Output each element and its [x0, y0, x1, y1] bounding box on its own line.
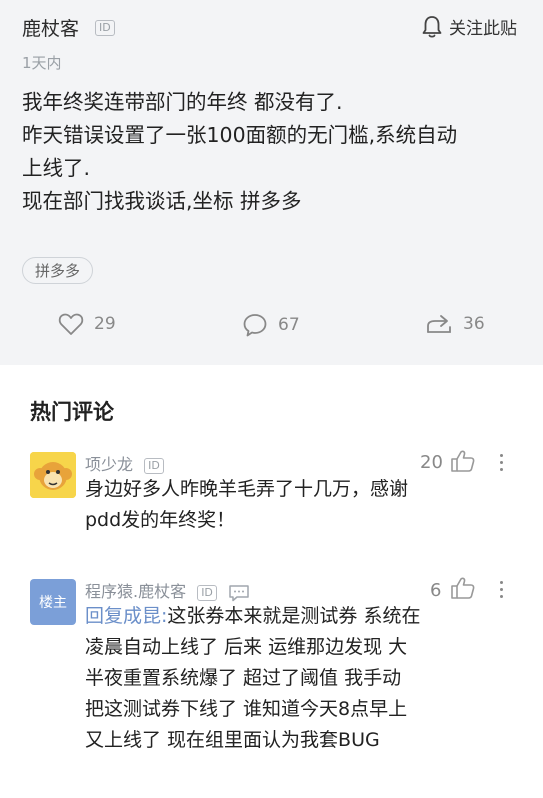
follow-post-button[interactable]: 关注此贴: [421, 14, 517, 39]
post-line: 我年终奖连带部门的年终 都没有了.: [22, 90, 343, 114]
commenter-name[interactable]: 项少龙 ID: [85, 451, 164, 475]
chat-icon: [229, 584, 249, 601]
comment-like-count: 6: [430, 580, 442, 601]
post-author-name[interactable]: 鹿杖客: [22, 14, 79, 41]
like-button[interactable]: 29: [58, 312, 116, 336]
id-badge: ID: [197, 584, 217, 601]
commenter-name-text: 项少龙: [85, 455, 134, 474]
avatar[interactable]: [30, 452, 76, 498]
post-line: 上线了.: [22, 156, 91, 180]
post-card: 鹿杖客 ID 关注此贴 1天内 我年终奖连带部门的年终 都没有了. 昨天错误设置…: [0, 0, 543, 365]
reply-to-prefix[interactable]: 回复成昆:: [85, 605, 167, 627]
post-time: 1天内: [22, 54, 62, 72]
comment-line: 这张券本来就是测试券 系统在: [167, 605, 421, 627]
post-line: 现在部门找我谈话,坐标 拼多多: [22, 189, 302, 213]
post-line: 昨天错误设置了一张100面额的无门槛,系统自动: [22, 123, 458, 147]
post-content: 我年终奖连带部门的年终 都没有了. 昨天错误设置了一张100面额的无门槛,系统自…: [22, 86, 527, 218]
comment-button[interactable]: 67: [242, 312, 300, 338]
comment-icon: [243, 314, 267, 337]
id-badge: ID: [95, 20, 115, 36]
thumb-up-icon[interactable]: [450, 576, 476, 600]
comment-line-first: 回复成昆:这张券本来就是测试券 系统在: [85, 601, 465, 632]
comment-line: 身边好多人昨晚羊毛弄了十几万，感谢: [85, 478, 409, 500]
comment-line: 又上线了 现在组里面认为我套BUG: [85, 729, 380, 751]
commenter-name-text: 程序猿.鹿杖客: [85, 582, 187, 601]
share-count: 36: [463, 314, 485, 334]
comment-line: 把这测试券下线了 谁知道今天8点早上: [85, 698, 408, 720]
topic-tag[interactable]: 拼多多: [22, 257, 94, 284]
heart-icon: [58, 313, 84, 335]
share-icon: [427, 315, 451, 333]
more-icon[interactable]: [500, 577, 503, 602]
share-button[interactable]: 36: [425, 312, 485, 336]
bell-icon: [422, 15, 442, 38]
avatar-op[interactable]: 楼主: [30, 579, 76, 625]
comment-count: 67: [278, 315, 300, 335]
more-icon[interactable]: [500, 450, 503, 475]
comment-line: 凌晨自动上线了 后来 运维那边发现 大: [85, 636, 408, 658]
comment-line: pdd发的年终奖！: [85, 509, 236, 531]
comment-text: 回复成昆:这张券本来就是测试券 系统在 凌晨自动上线了 后来 运维那边发现 大 …: [85, 601, 465, 756]
id-badge: ID: [144, 457, 164, 474]
thumb-up-icon[interactable]: [450, 449, 476, 473]
hot-comments-title: 热门评论: [30, 400, 114, 424]
monkey-avatar-icon: [30, 452, 76, 498]
comment-like-count: 20: [420, 452, 443, 473]
commenter-name[interactable]: 程序猿.鹿杖客 ID: [85, 578, 250, 602]
comment-text: 身边好多人昨晚羊毛弄了十几万，感谢 pdd发的年终奖！: [85, 474, 465, 536]
follow-label: 关注此贴: [449, 19, 517, 39]
comment-line: 半夜重置系统爆了 超过了阈值 我手动: [85, 667, 402, 689]
like-count: 29: [94, 314, 116, 334]
op-label: 楼主: [39, 595, 67, 611]
